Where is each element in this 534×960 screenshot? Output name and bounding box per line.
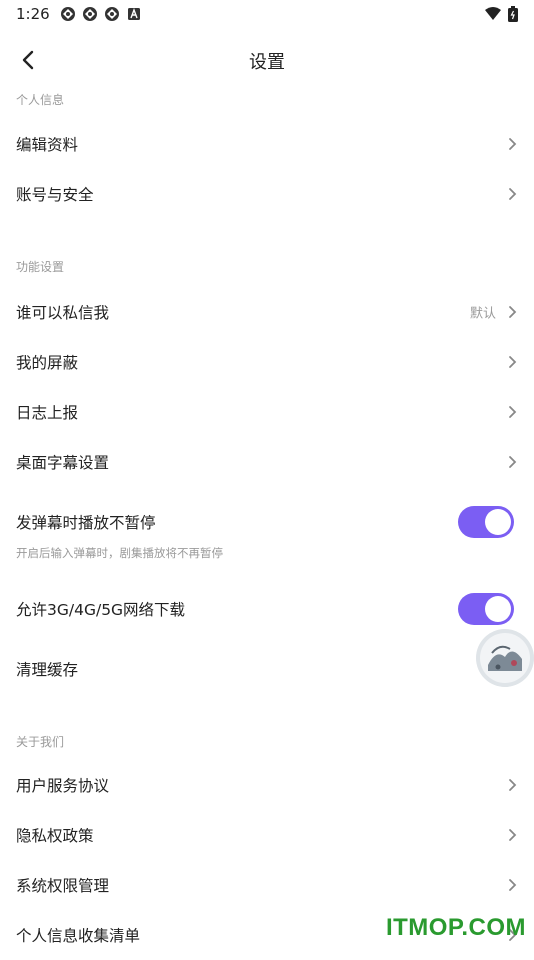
- chevron-right-icon: [509, 456, 517, 468]
- site-watermark: ITMOP.COM: [385, 914, 526, 941]
- floating-thumbnail-image[interactable]: [476, 629, 534, 687]
- battery-icon: [508, 6, 518, 22]
- chevron-right-icon: [509, 356, 517, 368]
- section-header-about: 关于我们: [16, 735, 65, 749]
- setting-label: 发弹幕时播放不暂停: [16, 514, 156, 532]
- thumbnail-artwork: [476, 629, 534, 687]
- chevron-right-icon: [509, 188, 517, 200]
- menu-item-label: 隐私权政策: [16, 827, 94, 845]
- menu-item-label: 账号与安全: [16, 186, 94, 204]
- notification-app-icon: [105, 7, 119, 21]
- toggle-knob: [485, 509, 511, 535]
- menu-item-label: 个人信息收集清单: [16, 927, 141, 945]
- chevron-right-icon: [509, 138, 517, 150]
- menu-item-edit-profile[interactable]: 编辑资料: [0, 119, 534, 169]
- page-title: 设置: [249, 52, 285, 73]
- menu-item-label: 用户服务协议: [16, 777, 110, 795]
- setting-label: 允许3G/4G/5G网络下载: [16, 601, 186, 619]
- menu-item-clear-cache[interactable]: 清理缓存: [0, 629, 534, 694]
- toggle-danmaku-no-pause[interactable]: [458, 506, 514, 538]
- menu-item-label: 谁可以私信我: [16, 304, 110, 322]
- toggle-knob: [485, 596, 511, 622]
- navigation-bar: 设置: [0, 38, 534, 82]
- menu-item-value: 默认: [469, 306, 496, 322]
- wifi-icon: [485, 7, 501, 20]
- menu-item-who-can-message[interactable]: 谁可以私信我 默认: [0, 287, 534, 337]
- chevron-right-icon: [509, 879, 517, 891]
- menu-item-label: 编辑资料: [16, 136, 79, 154]
- status-bar: 1:26: [0, 0, 534, 28]
- menu-item-my-blocks[interactable]: 我的屏蔽: [0, 337, 534, 387]
- menu-item-label: 我的屏蔽: [16, 354, 79, 372]
- menu-item-system-permissions[interactable]: 系统权限管理: [0, 860, 534, 910]
- menu-item-label: 桌面字幕设置: [16, 454, 110, 472]
- notification-app-icon: [83, 7, 97, 21]
- notification-icons: [60, 6, 142, 22]
- notification-a-icon: [128, 8, 140, 20]
- menu-item-privacy-policy[interactable]: 隐私权政策: [0, 810, 534, 860]
- menu-item-log-report[interactable]: 日志上报: [0, 387, 534, 437]
- menu-item-label: 系统权限管理: [16, 877, 110, 895]
- menu-item-desktop-subtitles[interactable]: 桌面字幕设置: [0, 437, 534, 487]
- section-header-personal: 个人信息: [16, 93, 65, 107]
- menu-item-label: 日志上报: [16, 404, 79, 422]
- setting-row-danmaku-no-pause: 发弹幕时播放不暂停: [0, 497, 534, 547]
- status-time: 1:26: [16, 5, 50, 23]
- chevron-right-icon: [509, 829, 517, 841]
- toggle-mobile-network-download[interactable]: [458, 593, 514, 625]
- setting-description: 开启后输入弹幕时，剧集播放将不再暂停: [16, 546, 223, 560]
- menu-item-account-security[interactable]: 账号与安全: [0, 169, 534, 219]
- setting-row-mobile-network-download: 允许3G/4G/5G网络下载: [0, 584, 534, 634]
- section-header-features: 功能设置: [16, 260, 65, 274]
- system-status-icons: [484, 6, 518, 22]
- menu-item-label: 清理缓存: [16, 661, 79, 679]
- chevron-right-icon: [509, 406, 517, 418]
- notification-app-icon: [61, 7, 75, 21]
- menu-item-user-agreement[interactable]: 用户服务协议: [0, 760, 534, 810]
- chevron-right-icon: [509, 306, 517, 318]
- chevron-right-icon: [509, 779, 517, 791]
